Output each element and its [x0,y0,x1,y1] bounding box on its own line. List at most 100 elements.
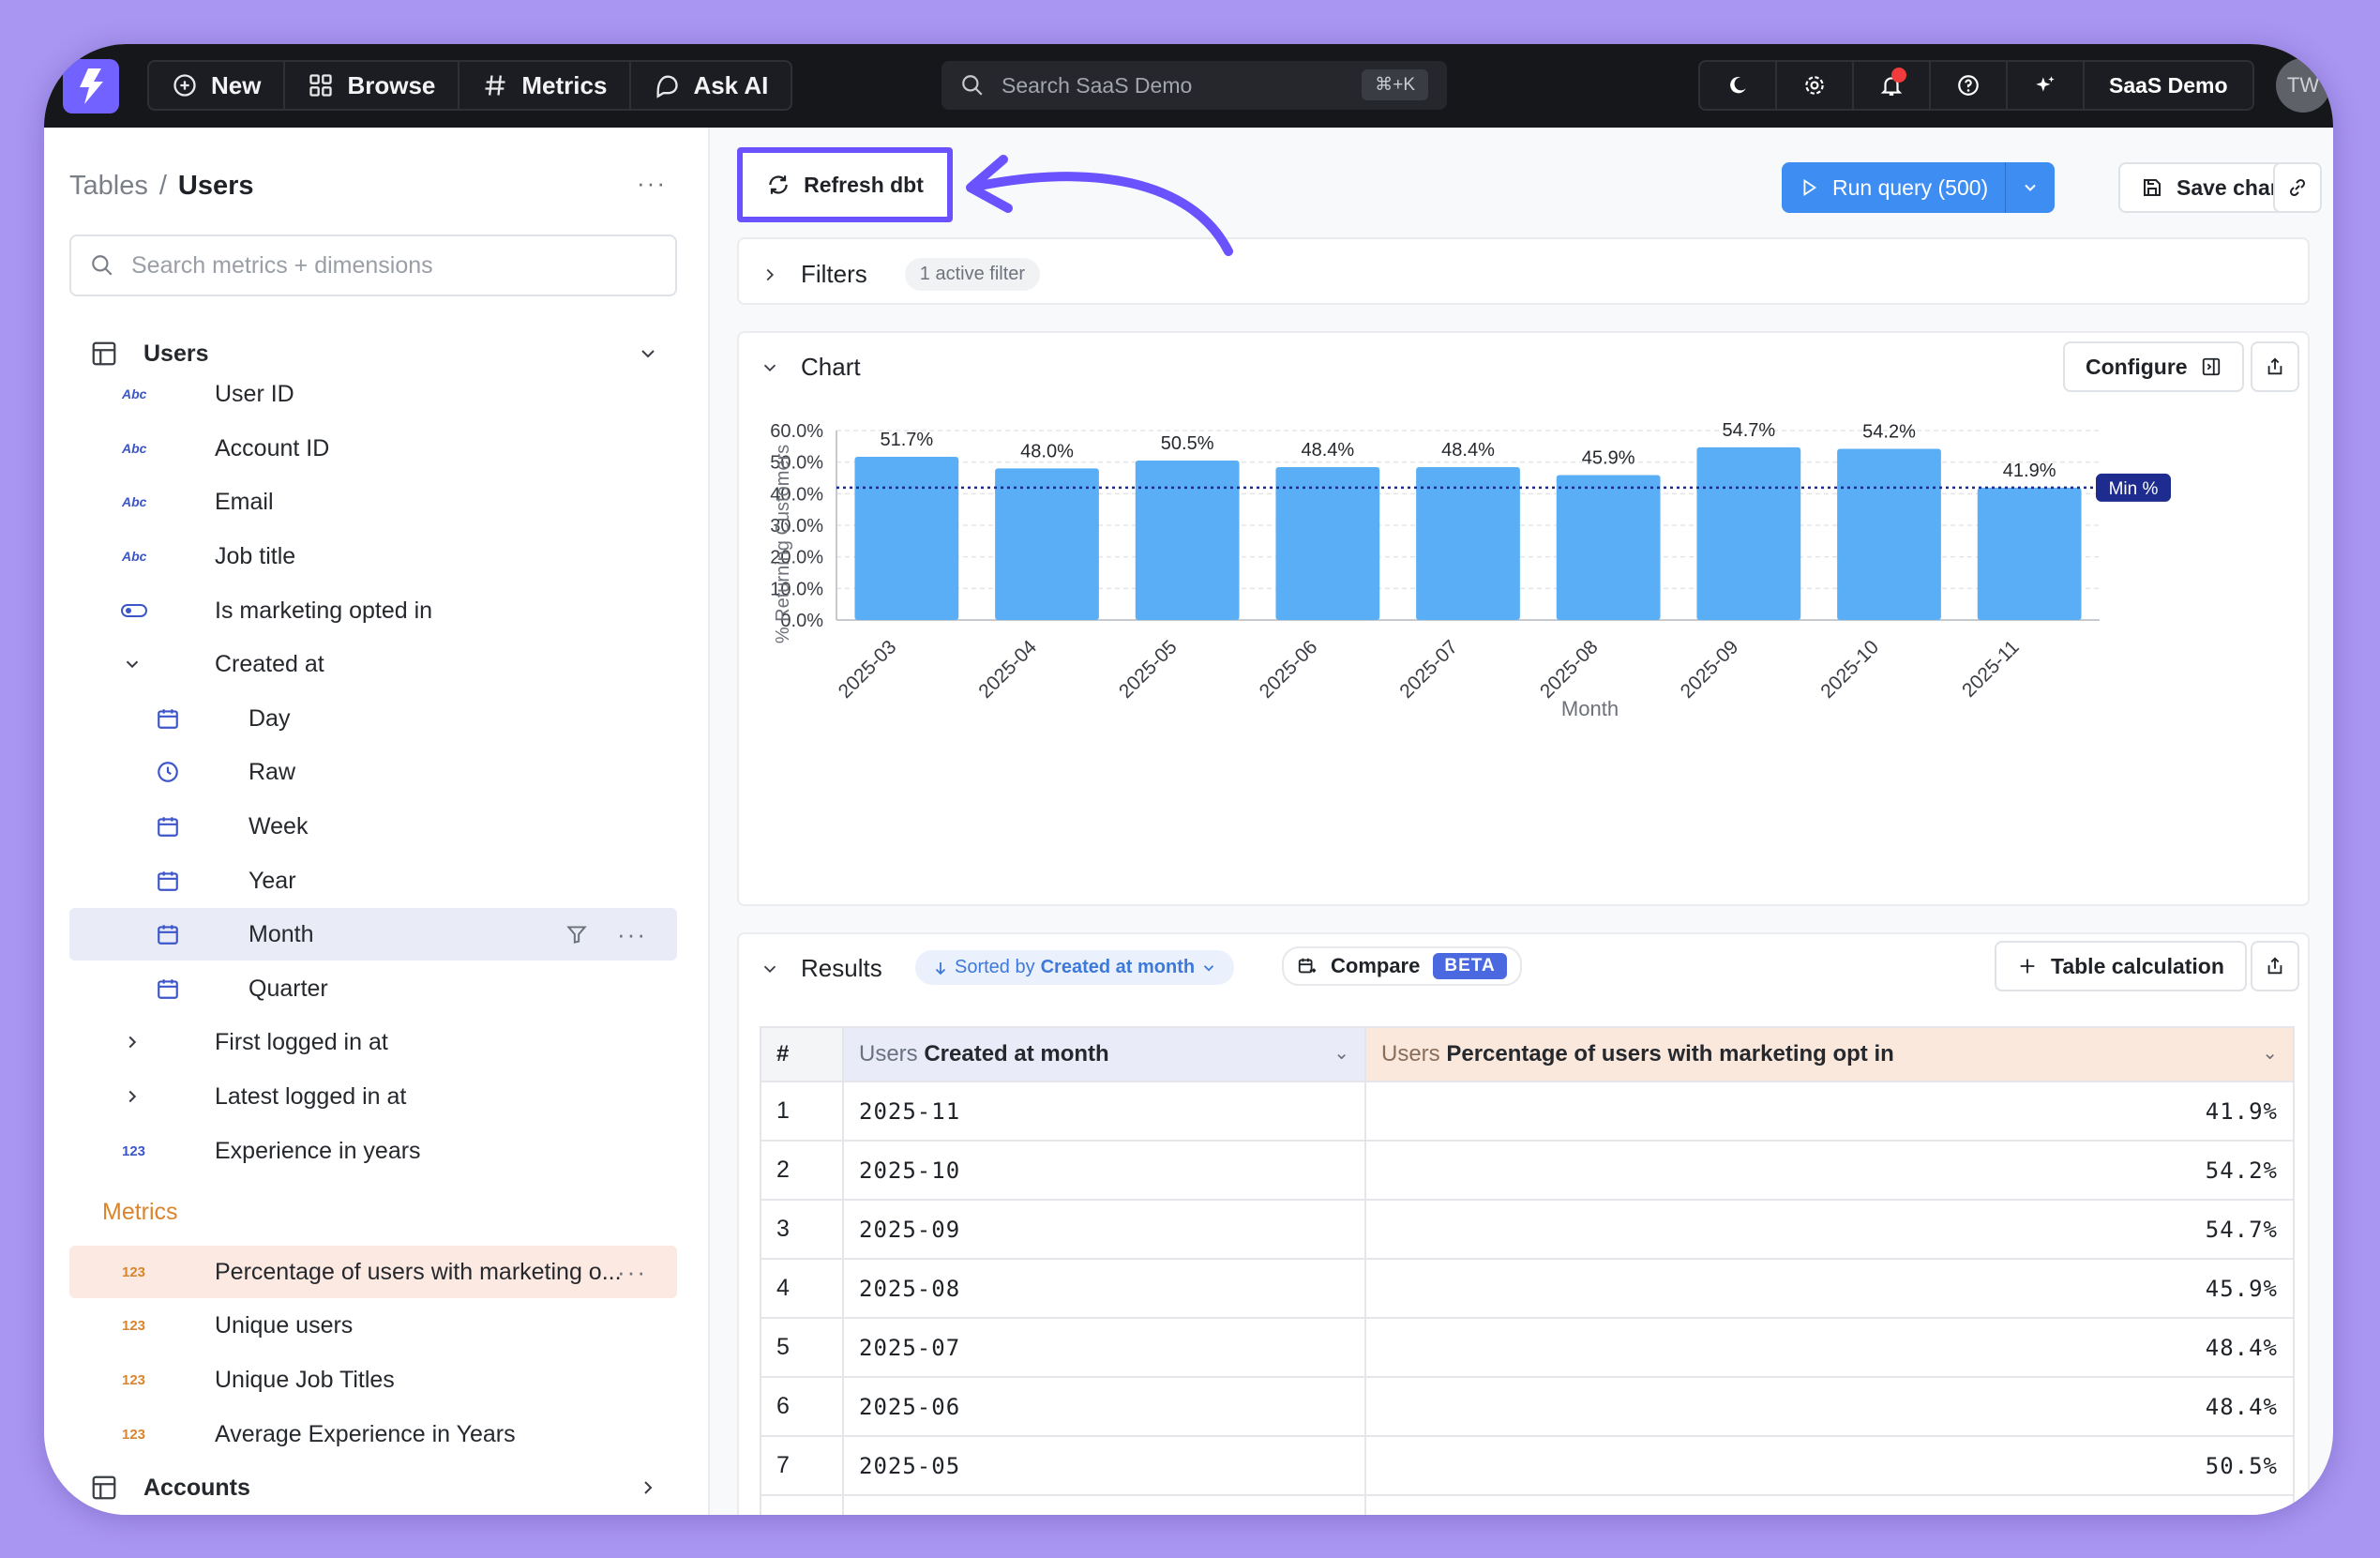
month-cell[interactable]: 2025-06 [842,1376,1366,1437]
table-row[interactable]: 6 2025-06 48.4% [760,1376,2295,1437]
metrics-button[interactable]: Metrics [459,62,632,109]
bar[interactable] [1977,487,2082,620]
dimension-group-latest-logged-in[interactable]: Latest logged in at [69,1070,677,1123]
percentage-cell[interactable]: 41.9% [1364,1081,2295,1142]
bar[interactable] [1696,446,1801,620]
ai-sparkle-button[interactable] [2008,62,2085,109]
bar[interactable] [1135,460,1240,620]
metric-pct-marketing-opt-in[interactable]: 123 Percentage of users with marketing o… [69,1246,677,1298]
table-row[interactable]: 5 2025-07 48.4% [760,1317,2295,1378]
new-button[interactable]: New [149,62,286,109]
refresh-dbt-button[interactable]: Refresh dbt [766,173,924,198]
dimension-created-at-month[interactable]: Month ··· [69,908,677,961]
chevron-down-icon [763,965,776,973]
chevron-down-icon[interactable]: ⌄ [1333,1041,1349,1065]
bar[interactable] [1556,475,1661,620]
configure-button[interactable]: Configure [2063,341,2244,392]
x-tick-label: 2025-06 [1256,636,1322,703]
month-cell[interactable]: 2025-09 [842,1199,1366,1260]
app-logo[interactable] [63,59,119,113]
dimension-group-created-at[interactable]: Created at [69,638,677,690]
bar[interactable] [995,468,1099,620]
results-header[interactable]: Results [760,954,882,983]
dimension-account-id[interactable]: Abc Account ID [69,422,677,475]
field-search-placeholder: Search metrics + dimensions [131,251,433,279]
field-more-button[interactable]: ··· [617,920,647,949]
sort-chip[interactable]: Sorted by Created at month [915,950,1235,985]
percentage-cell[interactable]: 54.2% [1364,1140,2295,1201]
run-query-button[interactable]: Run query (500) [1782,162,2007,213]
dimension-created-at-day[interactable]: Day [69,692,677,745]
notifications-button[interactable] [1854,62,1931,109]
dimension-group-first-logged-in[interactable]: First logged in at [69,1016,677,1068]
dimension-email[interactable]: Abc Email [69,476,677,528]
metrics-section-title: Metrics [102,1199,178,1225]
filters-panel[interactable]: Filters 1 active filter [737,237,2310,305]
month-cell[interactable]: 2025-05 [842,1435,1366,1496]
percentage-cell[interactable]: 54.7% [1364,1199,2295,1260]
table-row[interactable]: 7 2025-05 50.5% [760,1435,2295,1496]
dimension-created-at-raw[interactable]: Raw [69,746,677,798]
sidebar-more-button[interactable]: ··· [637,169,667,198]
percentage-cell[interactable]: 45.9% [1364,1258,2295,1319]
percentage-cell[interactable]: 50.5% [1364,1435,2295,1496]
dimension-created-at-year[interactable]: Year [69,855,677,907]
bar-data-label: 48.0% [1020,441,1074,461]
percentage-cell[interactable]: 48.4% [1364,1317,2295,1378]
run-query-options[interactable] [2006,162,2055,213]
field-search-input[interactable]: Search metrics + dimensions [69,234,677,296]
bar[interactable] [854,456,959,620]
share-link-button[interactable] [2273,162,2322,213]
chevron-down-icon [1203,964,1214,972]
table-name: Users [143,340,209,367]
dark-mode-toggle[interactable] [1700,62,1777,109]
global-search[interactable]: Search SaaS Demo ⌘+K [941,61,1447,110]
metric-unique-job-titles[interactable]: 123 Unique Job Titles [69,1354,677,1406]
refresh-icon [769,175,788,194]
compare-button[interactable]: Compare BETA [1282,946,1522,986]
metric-avg-experience[interactable]: 123 Average Experience in Years [69,1408,677,1460]
percentage-cell[interactable]: 48.4% [1364,1376,2295,1437]
export-results-button[interactable] [2251,941,2299,991]
app-window: New Browse Metrics Ask AI Search SaaS De… [44,44,2333,1515]
chevron-down-icon[interactable]: ⌄ [2262,1041,2278,1065]
filters-header[interactable]: Filters 1 active filter [760,258,1041,291]
dimension-created-at-week[interactable]: Week [69,800,677,853]
month-cell[interactable]: 2025-08 [842,1258,1366,1319]
filter-icon[interactable] [565,922,589,946]
dimension-job-title[interactable]: Abc Job title [69,530,677,582]
table-header-accounts[interactable]: Accounts [69,1461,677,1514]
dimension-marketing-opt-in[interactable]: Is marketing opted in [69,584,677,637]
table-row[interactable]: 3 2025-09 54.7% [760,1199,2295,1260]
table-row[interactable] [760,1494,2295,1515]
dimension-column-header[interactable]: Users Created at month ⌄ [842,1026,1366,1082]
browse-button[interactable]: Browse [285,62,460,109]
link-icon [2289,178,2306,197]
user-avatar[interactable]: TW [2276,58,2330,113]
dimension-experience-years[interactable]: 123 Experience in years [69,1125,677,1177]
month-cell[interactable]: 2025-07 [842,1317,1366,1378]
month-cell[interactable]: 2025-11 [842,1081,1366,1142]
table-calculation-button[interactable]: Table calculation [1995,941,2247,991]
export-chart-button[interactable] [2251,341,2299,392]
field-more-button[interactable]: ··· [617,1258,647,1287]
table-row[interactable]: 2 2025-10 54.2% [760,1140,2295,1201]
month-cell[interactable]: 2025-10 [842,1140,1366,1201]
org-switcher[interactable]: SaaS Demo [2085,62,2252,109]
dimension-created-at-quarter[interactable]: Quarter [69,962,677,1015]
dimension-user-id[interactable]: Abc User ID [69,368,677,420]
dimension-label: Is marketing opted in [215,597,433,624]
settings-button[interactable] [1777,62,1854,109]
breadcrumb-root[interactable]: Tables [69,171,148,201]
help-button[interactable] [1931,62,2008,109]
ask-ai-button[interactable]: Ask AI [631,62,791,109]
table-row[interactable]: 4 2025-08 45.9% [760,1258,2295,1319]
column-field-name: Created at month [924,1041,1109,1066]
bar[interactable] [1275,467,1380,620]
bar[interactable] [1837,448,1941,620]
bar[interactable] [1416,467,1520,620]
table-row[interactable]: 1 2025-11 41.9% [760,1081,2295,1142]
metric-column-header[interactable]: Users Percentage of users with marketing… [1364,1026,2295,1082]
metric-unique-users[interactable]: 123 Unique users [69,1299,677,1352]
chart-header[interactable]: Chart [760,353,861,382]
